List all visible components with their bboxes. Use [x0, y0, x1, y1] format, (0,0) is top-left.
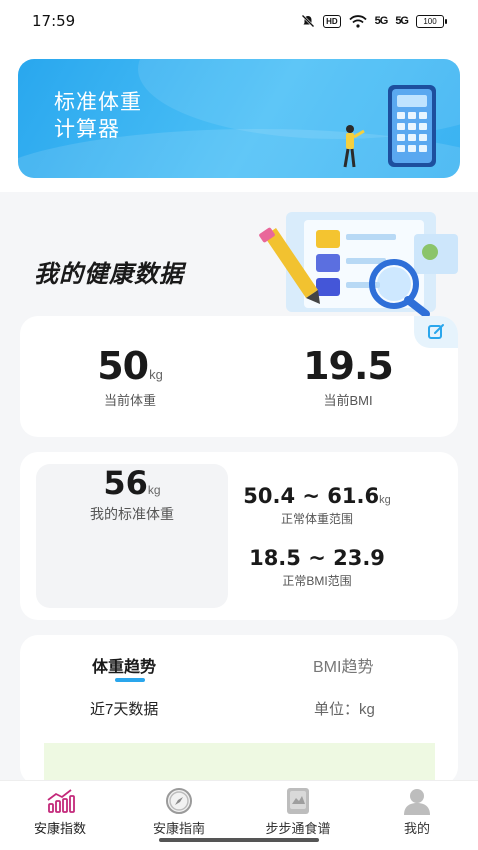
nav-item-profile[interactable]: 我的 [367, 785, 467, 837]
normal-weight-range: 50.4 ~ 61.6kg 正常体重范围 [234, 484, 400, 527]
wifi-icon [348, 14, 367, 28]
current-metrics-card: 50kg 当前体重 19.5 当前BMI [20, 316, 458, 437]
tab-active-indicator [115, 678, 145, 682]
nav-item-health-guide[interactable]: 安康指南 [129, 785, 229, 837]
current-bmi-label: 当前BMI [323, 393, 373, 408]
edit-button[interactable] [414, 316, 458, 348]
user-icon [404, 789, 430, 815]
normal-bmi-range-value: 18.5 ~ 23.9 [249, 546, 385, 570]
standard-weight-label: 我的标准体重 [90, 506, 174, 522]
nav-label-health-guide: 安康指南 [152, 821, 205, 836]
normal-bmi-range: 18.5 ~ 23.9 正常BMI范围 [234, 546, 400, 589]
edit-icon [428, 324, 444, 339]
nav-label-health-index: 安康指数 [33, 821, 86, 836]
current-weight-unit: kg [149, 367, 163, 382]
nav-label-recipes: 步步通食谱 [265, 821, 331, 836]
trend-chart-area [44, 743, 435, 785]
recipe-book-icon [287, 788, 309, 814]
nav-item-recipes[interactable]: 步步通食谱 [248, 785, 348, 837]
banner-title: 标准体重 计算器 [54, 91, 142, 141]
compass-icon [166, 788, 192, 814]
nav-item-health-index[interactable]: 安康指数 [10, 785, 110, 837]
health-report-illustration-icon [259, 212, 458, 318]
standard-weight-box: 56kg 我的标准体重 [36, 464, 228, 608]
signal-icon-2: 5G [395, 15, 409, 27]
trend-card: 体重趋势 BMI趋势 近7天数据 单位：kg [20, 635, 458, 785]
mute-bell-icon [301, 14, 315, 28]
tab-weight-trend[interactable]: 体重趋势 [92, 653, 156, 677]
status-icons: HD 5G 5G 100 [301, 14, 447, 28]
current-weight-value: 50 [97, 344, 149, 388]
current-weight: 50kg 当前体重 [75, 344, 185, 409]
signal-icon: 5G [374, 15, 389, 27]
normal-bmi-range-label: 正常BMI范围 [282, 574, 352, 588]
standard-weight-value: 56 [103, 464, 148, 502]
health-data-title: 我的健康数据 [34, 261, 184, 288]
home-indicator[interactable] [159, 838, 319, 842]
normal-weight-range-value: 50.4 ~ 61.6 [243, 484, 380, 508]
calculator-illustration-icon [343, 85, 436, 168]
battery-icon: 100 [416, 14, 447, 28]
chart-bars-icon [47, 789, 75, 813]
normal-weight-range-unit: kg [379, 494, 391, 506]
current-weight-label: 当前体重 [103, 393, 156, 408]
status-bar: 17:59 HD 5G 5G 100 [0, 0, 478, 42]
current-bmi-value: 19.5 [303, 344, 394, 388]
hd-icon: HD [323, 14, 341, 28]
normal-weight-range-label: 正常体重范围 [280, 512, 353, 526]
standard-metrics-card: 56kg 我的标准体重 50.4 ~ 61.6kg 正常体重范围 18.5 ~ … [20, 452, 458, 620]
trend-period: 近7天数据 [90, 701, 159, 718]
current-bmi: 19.5 当前BMI [288, 344, 408, 409]
tab-bmi-trend[interactable]: BMI趋势 [313, 653, 373, 677]
nav-label-profile: 我的 [403, 821, 430, 836]
standard-weight-unit: kg [147, 483, 161, 497]
status-time: 17:59 [32, 12, 76, 30]
standard-weight-banner[interactable]: 标准体重 计算器 [18, 59, 460, 178]
trend-unit: 单位：kg [314, 701, 375, 718]
